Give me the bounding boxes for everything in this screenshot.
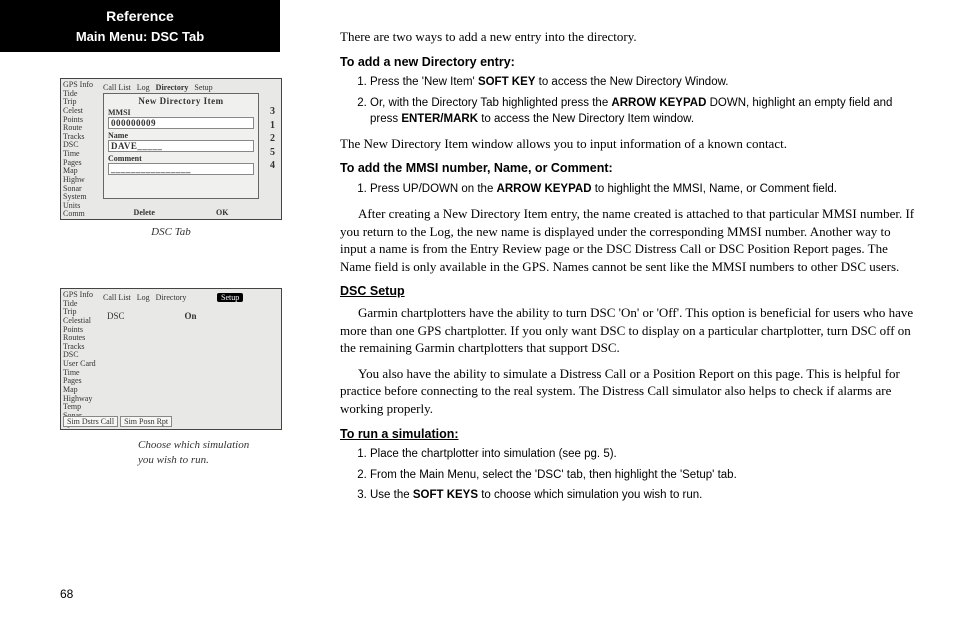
caption-line: you wish to run. — [138, 454, 209, 466]
sidebar-item: Points — [63, 116, 99, 125]
ok-softkey: OK — [216, 208, 228, 217]
sidebar-item: System — [63, 193, 99, 202]
steps-run-simulation: Place the chartplotter into simulation (… — [340, 446, 915, 502]
sim-posn-softkey: Sim Posn Rpt — [120, 416, 172, 427]
tab: Log — [137, 293, 150, 302]
sim-distress-softkey: Sim Dstrs Call — [63, 416, 118, 427]
step: Press UP/DOWN on the ARROW KEYPAD to hig… — [370, 181, 915, 197]
sidebar-item: Comm — [63, 210, 99, 219]
tab: Setup — [194, 83, 212, 92]
menu-sidebar: GPS Info Tide Trip Celest Points Route T… — [63, 81, 99, 220]
step: Or, with the Directory Tab highlighted p… — [370, 95, 915, 127]
figure-dsc-setup: GPS Info Tide Trip Celestial Points Rout… — [60, 288, 282, 468]
paragraph: You also have the ability to simulate a … — [340, 365, 915, 418]
step: Press the 'New Item' SOFT KEY to access … — [370, 74, 915, 90]
name-label: Name — [108, 131, 254, 140]
delete-softkey: Delete — [134, 208, 155, 217]
dialog-title: New Directory Item — [108, 96, 254, 106]
figure-caption: DSC Tab — [60, 226, 282, 238]
num: 5 — [270, 146, 275, 160]
sidebar-item: Celestial — [63, 317, 99, 326]
top-tabs: Call List Log Directory — [103, 293, 186, 302]
heading-add-mmsi: To add the MMSI number, Name, or Comment… — [340, 160, 915, 177]
tab: Directory — [156, 293, 187, 302]
paragraph: The New Directory Item window allows you… — [340, 135, 915, 153]
tab: Call List — [103, 293, 131, 302]
tab: Directory — [156, 83, 189, 92]
header-line1: Reference — [0, 8, 280, 24]
sidebar-item: Tide — [63, 90, 99, 99]
sidebar-item: Tide — [63, 300, 99, 309]
steps-add-directory: Press the 'New Item' SOFT KEY to access … — [340, 74, 915, 126]
sidebar-item: Tracks — [63, 133, 99, 142]
dsc-value: On — [185, 311, 197, 321]
sidebar-item: Highway — [63, 395, 99, 404]
header-line2: Main Menu: DSC Tab — [0, 29, 280, 44]
num: 1 — [270, 119, 275, 133]
name-value: DAVE_____ — [108, 140, 254, 152]
caption-line: Choose which simulation — [138, 439, 249, 451]
soft-key-bar: Delete OK — [103, 208, 259, 217]
heading-add-directory: To add a new Directory entry: — [340, 54, 915, 71]
sidebar-item: GPS Info — [63, 81, 99, 90]
sidebar-item: Route — [63, 124, 99, 133]
dsc-toggle-row: DSC On — [107, 311, 197, 321]
new-directory-dialog: New Directory Item MMSI 000000009 Name D… — [103, 93, 259, 199]
paragraph: After creating a New Directory Item entr… — [340, 205, 915, 275]
step: From the Main Menu, select the 'DSC' tab… — [370, 467, 915, 483]
sidebar-item: DSC — [63, 141, 99, 150]
num: 2 — [270, 132, 275, 146]
mmsi-label: MMSI — [108, 108, 254, 117]
menu-sidebar: GPS Info Tide Trip Celestial Points Rout… — [63, 291, 99, 430]
sidebar-item: Temp — [63, 403, 99, 412]
mmsi-value: 000000009 — [108, 117, 254, 129]
sidebar-item: Trip — [63, 98, 99, 107]
sim-softkeys: Sim Dstrs Call Sim Posn Rpt — [63, 416, 172, 427]
sidebar-item: GPS Info — [63, 291, 99, 300]
figure-dsc-tab: GPS Info Tide Trip Celest Points Route T… — [60, 78, 282, 238]
sidebar-item: Alarm — [63, 219, 99, 220]
section-header: Reference Main Menu: DSC Tab — [0, 0, 280, 52]
sidebar-item: Trip — [63, 308, 99, 317]
sidebar-item: Celest — [63, 107, 99, 116]
sidebar-item: Map — [63, 167, 99, 176]
page-number: 68 — [60, 587, 73, 601]
comment-value: ________________ — [108, 163, 254, 175]
sidebar-item: Sonar — [63, 185, 99, 194]
sidebar-item: User Card — [63, 360, 99, 369]
sidebar-item: Units — [63, 429, 99, 430]
screenshot-new-directory: GPS Info Tide Trip Celest Points Route T… — [60, 78, 282, 220]
sidebar-item: Points — [63, 326, 99, 335]
sidebar-item: Time — [63, 369, 99, 378]
sidebar-item: Tracks — [63, 343, 99, 352]
setup-tab-selected: Setup — [217, 293, 243, 302]
figure-caption: Choose which simulation you wish to run. — [138, 438, 282, 468]
paragraph: Garmin chartplotters have the ability to… — [340, 304, 915, 357]
tab: Call List — [103, 83, 131, 92]
num: 4 — [270, 159, 275, 173]
steps-add-mmsi: Press UP/DOWN on the ARROW KEYPAD to hig… — [340, 181, 915, 197]
num: 3 — [270, 105, 275, 119]
comment-label: Comment — [108, 154, 254, 163]
heading-run-simulation: To run a simulation: — [340, 426, 915, 443]
step: Use the SOFT KEYS to choose which simula… — [370, 487, 915, 503]
sidebar-item: Map — [63, 386, 99, 395]
dsc-label: DSC — [107, 311, 125, 321]
screenshot-dsc-setup: GPS Info Tide Trip Celestial Points Rout… — [60, 288, 282, 430]
sidebar-item: Time — [63, 150, 99, 159]
step: Place the chartplotter into simulation (… — [370, 446, 915, 462]
tab: Log — [137, 83, 150, 92]
heading-dsc-setup: DSC Setup — [340, 283, 915, 300]
top-tabs: Call List Log Directory Setup — [103, 83, 213, 92]
paragraph: There are two ways to add a new entry in… — [340, 28, 915, 46]
sidebar-item: Pages — [63, 377, 99, 386]
sidebar-item: Routes — [63, 334, 99, 343]
sidebar-item: DSC — [63, 351, 99, 360]
right-numbers: 3 1 2 5 4 — [270, 105, 275, 173]
sidebar-item: Units — [63, 202, 99, 211]
body-text: There are two ways to add a new entry in… — [340, 28, 915, 511]
sidebar-item: Pages — [63, 159, 99, 168]
sidebar-item: Highw — [63, 176, 99, 185]
